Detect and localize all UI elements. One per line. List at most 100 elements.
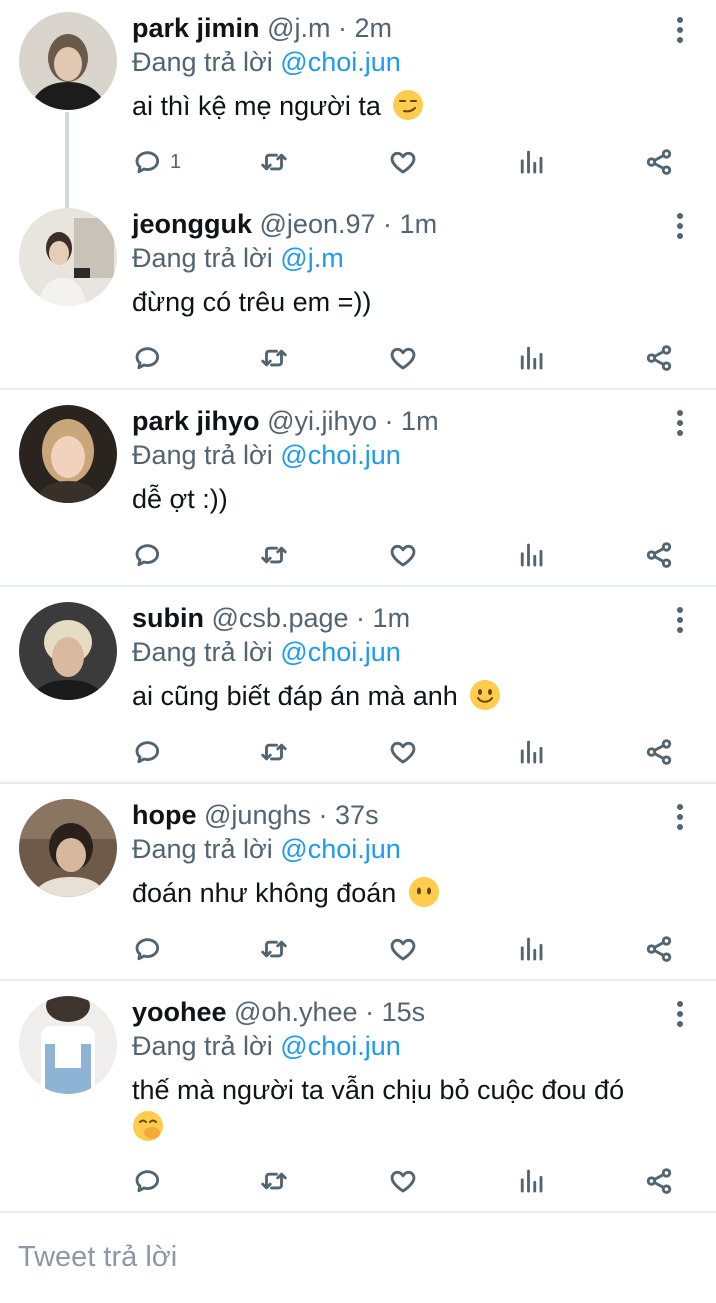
- share-icon: [644, 934, 674, 964]
- retweet-icon: [259, 343, 289, 373]
- share-button[interactable]: [644, 732, 674, 772]
- view-stats-button[interactable]: [516, 142, 546, 182]
- share-button[interactable]: [644, 535, 674, 575]
- reply-mention-link[interactable]: @choi.jun: [280, 440, 400, 470]
- reply-button[interactable]: [132, 338, 162, 378]
- reply-mention-link[interactable]: @j.m: [280, 243, 343, 273]
- display-name[interactable]: hope: [132, 800, 197, 830]
- reply-mention-link[interactable]: @choi.jun: [280, 637, 400, 667]
- reply-composer[interactable]: Tweet trả lời: [0, 1211, 716, 1303]
- separator-dot: ·: [318, 800, 328, 830]
- avatar[interactable]: [19, 996, 117, 1094]
- separator-dot: ·: [384, 406, 394, 436]
- avatar[interactable]: [19, 602, 117, 700]
- divider: [0, 782, 716, 784]
- reply-mention-link[interactable]: @choi.jun: [280, 834, 400, 864]
- timestamp[interactable]: 15s: [382, 997, 426, 1027]
- more-options-icon[interactable]: [668, 604, 692, 636]
- share-icon: [644, 737, 674, 767]
- retweet-icon: [259, 737, 289, 767]
- display-name[interactable]: subin: [132, 603, 204, 633]
- tweet-text: ai thì kệ mẹ người ta: [132, 91, 381, 121]
- avatar[interactable]: [19, 12, 117, 110]
- more-options-icon[interactable]: [668, 407, 692, 439]
- more-options-icon[interactable]: [668, 801, 692, 833]
- like-button[interactable]: [388, 535, 418, 575]
- display-name[interactable]: yoohee: [132, 997, 227, 1027]
- reply-button[interactable]: [132, 1161, 162, 1201]
- like-button[interactable]: [388, 732, 418, 772]
- heart-icon: [388, 540, 418, 570]
- avatar[interactable]: [19, 208, 117, 306]
- reply-input-placeholder[interactable]: Tweet trả lời: [18, 1241, 177, 1274]
- reply-icon: [132, 147, 162, 177]
- retweet-button[interactable]: [259, 1161, 289, 1201]
- reply-icon: [132, 737, 162, 767]
- handle[interactable]: @csb.page: [212, 603, 349, 633]
- timestamp[interactable]: 1m: [373, 603, 411, 633]
- divider: [0, 388, 716, 390]
- timestamp[interactable]: 37s: [335, 800, 379, 830]
- view-stats-button[interactable]: [516, 1161, 546, 1201]
- handle[interactable]: @jeon.97: [260, 209, 376, 239]
- handle[interactable]: @yi.jihyo: [267, 406, 377, 436]
- heart-icon: [388, 1166, 418, 1196]
- divider: [0, 585, 716, 587]
- handle[interactable]: @oh.yhee: [234, 997, 358, 1027]
- share-icon: [644, 540, 674, 570]
- retweet-button[interactable]: [259, 929, 289, 969]
- reply-mention-link[interactable]: @choi.jun: [280, 47, 400, 77]
- handle[interactable]: @junghs: [204, 800, 311, 830]
- like-button[interactable]: [388, 1161, 418, 1201]
- reply-mention-link[interactable]: @choi.jun: [280, 1031, 400, 1061]
- display-name[interactable]: park jimin: [132, 13, 260, 43]
- stats-icon: [516, 1166, 546, 1196]
- replying-to-label: Đang trả lời: [132, 834, 273, 864]
- timestamp[interactable]: 2m: [355, 13, 393, 43]
- reply-count: 1: [170, 150, 182, 173]
- like-button[interactable]: [388, 929, 418, 969]
- timestamp[interactable]: 1m: [400, 209, 438, 239]
- retweet-button[interactable]: [259, 338, 289, 378]
- view-stats-button[interactable]: [516, 929, 546, 969]
- reply-icon: [132, 540, 162, 570]
- share-button[interactable]: [644, 338, 674, 378]
- no-mouth-emoji-icon: [408, 877, 439, 907]
- view-stats-button[interactable]: [516, 338, 546, 378]
- like-button[interactable]: [388, 338, 418, 378]
- share-icon: [644, 147, 674, 177]
- timestamp[interactable]: 1m: [401, 406, 439, 436]
- reply-button[interactable]: [132, 929, 162, 969]
- tweet-text: dễ ợt :)): [132, 484, 228, 514]
- retweet-icon: [259, 540, 289, 570]
- retweet-button[interactable]: [259, 732, 289, 772]
- separator-dot: ·: [337, 13, 347, 43]
- more-options-icon[interactable]: [668, 998, 692, 1030]
- smile-emoji-icon: [470, 680, 501, 710]
- avatar[interactable]: [19, 799, 117, 897]
- handle[interactable]: @j.m: [267, 13, 330, 43]
- avatar[interactable]: [19, 405, 117, 503]
- view-stats-button[interactable]: [516, 732, 546, 772]
- share-button[interactable]: [644, 1161, 674, 1201]
- replying-to-label: Đang trả lời: [132, 1031, 273, 1061]
- reply-icon: [132, 1166, 162, 1196]
- view-stats-button[interactable]: [516, 535, 546, 575]
- retweet-button[interactable]: [259, 142, 289, 182]
- display-name[interactable]: jeongguk: [132, 209, 252, 239]
- like-button[interactable]: [388, 142, 418, 182]
- share-icon: [644, 343, 674, 373]
- reply-button[interactable]: [132, 535, 162, 575]
- reply-button[interactable]: 1: [132, 142, 181, 182]
- share-icon: [644, 1166, 674, 1196]
- display-name[interactable]: park jihyo: [132, 406, 260, 436]
- heart-icon: [388, 343, 418, 373]
- tweet-text: thế mà người ta vẫn chịu bỏ cuộc đou đó: [132, 1075, 625, 1105]
- more-options-icon[interactable]: [668, 210, 692, 242]
- reply-button[interactable]: [132, 732, 162, 772]
- more-options-icon[interactable]: [668, 14, 692, 46]
- retweet-button[interactable]: [259, 535, 289, 575]
- retweet-icon: [259, 147, 289, 177]
- share-button[interactable]: [644, 142, 674, 182]
- share-button[interactable]: [644, 929, 674, 969]
